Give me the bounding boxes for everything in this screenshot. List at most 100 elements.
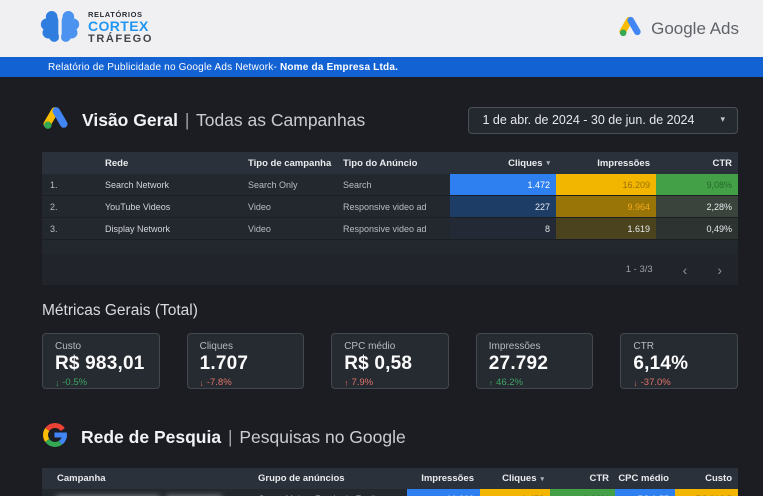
table-row: Grupo Meio e Fundo de Funil 16.209 1.472… [42,489,738,496]
pagination-label: 1 - 3/3 [625,264,653,275]
header-campanha[interactable]: Campanha [42,468,250,489]
cortex-brand-logo: RELATÓRIOS CORTEX TRÁFEGO [40,8,153,49]
scorecard-delta: ↑ 7.9% [344,377,374,388]
heatmap-cell-cliques: 1.472 [450,174,556,195]
heatmap-cell-cliques: 1.472 [480,489,550,496]
google-ads-triangle-icon [618,15,642,42]
company-name: Nome da Empresa Ltda. [279,61,399,73]
google-ads-logo-text: Google Ads [651,18,739,38]
overview-table: Rede Tipo de campanha Tipo do Anúncio Cl… [42,152,738,285]
scorecard-label: Custo [55,341,82,352]
header-impressoes[interactable]: Impressões [556,152,656,174]
scorecard-delta: ↓ -37.0% [633,377,671,388]
scorecard-cpc-medio: CPC médio R$ 0,58 ↑ 7.9% [331,333,449,389]
cell-tipo-anuncio: Responsive video ad [343,201,427,212]
heatmap-cell-ctr: 0,49% [656,218,738,239]
search-table: Campanha Grupo de anúncios Impressões Cl… [42,468,738,496]
header-grupo-anuncios[interactable]: Grupo de anúncios [250,468,407,489]
heatmap-cell-ctr: 9,08% [550,489,615,496]
header-tipo-anuncio[interactable]: Tipo do Anúncio [335,152,450,174]
header-index [42,152,90,174]
cell-rede: Search Network [105,179,170,190]
header-rede[interactable]: Rede [90,152,240,174]
scorecard-value: 27.792 [488,353,549,374]
cell-rede: Display Network [105,223,171,234]
top-header-bar: RELATÓRIOS CORTEX TRÁFEGO Google Ads [0,0,763,57]
search-section-header: Rede de Pesquia | Pesquisas no Google [42,422,738,453]
report-title-banner: Relatório de Publicidade no Google Ads N… [0,57,763,77]
sort-desc-icon: ▾ [540,475,544,483]
scorecard-impressoes: Impressões 27.792 ↑ 46.2% [475,333,594,389]
table-row: 3. Display Network Video Responsive vide… [42,218,738,240]
row-index: 3. [50,223,58,234]
table-pagination: 1 - 3/3 ‹ › [42,254,738,285]
cell-tipo-campanha: Video [248,201,271,212]
heatmap-cell-ctr: 9,08% [656,174,738,195]
overview-section-title: Visão Geral | Todas as Campanhas [82,109,366,130]
scorecard-value: R$ 0,58 [344,353,413,374]
row-index: 2. [50,201,58,212]
header-impressoes[interactable]: Impressões [407,468,480,489]
date-range-value: 1 de abr. de 2024 - 30 de jun. de 2024 [482,112,695,127]
header-cpc-medio[interactable]: CPC médio [615,468,675,489]
heatmap-cell-impressoes: 16.209 [556,174,656,195]
cell-tipo-campanha: Video [248,223,271,234]
cell-tipo-campanha: Search Only [248,179,298,190]
scorecard-value: 1.707 [199,353,249,374]
heatmap-cell-impressoes: 16.209 [407,489,480,496]
heatmap-cell-cliques: 8 [450,218,556,239]
arrow-down-icon: ↓ [199,377,204,388]
metrics-section-title: Métricas Gerais (Total) [42,302,198,319]
scorecard-value: R$ 983,01 [55,353,145,374]
google-ads-triangle-icon [42,105,69,135]
heatmap-cell-ctr: 2,28% [656,196,738,217]
header-tipo-campanha[interactable]: Tipo de campanha [240,152,335,174]
heatmap-cell-cpc: R$ 0,55 [615,489,675,496]
heatmap-cell-cliques: 227 [450,196,556,217]
google-g-icon [42,422,68,453]
brand-line-3: TRÁFEGO [88,33,153,45]
table-row: 1. Search Network Search Only Search 1.4… [42,174,738,196]
report-page: RELATÓRIOS CORTEX TRÁFEGO Google Ads Rel… [0,0,763,496]
cell-tipo-anuncio: Responsive video ad [343,223,427,234]
arrow-down-icon: ↓ [633,377,638,388]
brand-text: RELATÓRIOS CORTEX TRÁFEGO [88,11,153,45]
chevron-left-icon[interactable]: ‹ [683,263,688,277]
brand-line-2: CORTEX [88,18,149,35]
scorecard-label: CTR [633,341,654,352]
chevron-down-icon: ▾ [720,114,725,124]
overview-section-header: Visão Geral | Todas as Campanhas 1 de ab… [42,105,738,135]
heatmap-cell-impressoes: 9.964 [556,196,656,217]
scorecard-ctr: CTR 6,14% ↓ -37.0% [620,333,738,389]
brain-icon [40,8,80,49]
header-ctr[interactable]: CTR [656,152,738,174]
scorecard-delta: ↓ -0.5% [55,377,88,388]
scorecard-cliques: Cliques 1.707 ↓ -7.8% [186,333,305,389]
header-cliques-sorted[interactable]: Cliques ▾ [480,468,550,489]
arrow-down-icon: ↓ [55,377,60,388]
header-custo[interactable]: Custo [675,468,738,489]
arrow-up-icon: ↑ [344,377,349,388]
row-index: 1. [50,179,58,190]
scorecards-row: Custo R$ 983,01 ↓ -0.5% Cliques 1.707 ↓ … [42,333,738,389]
cell-grupo-anuncios: Grupo Meio e Fundo de Funil [250,489,407,496]
arrow-up-icon: ↑ [488,377,494,388]
date-range-selector[interactable]: 1 de abr. de 2024 - 30 de jun. de 2024 ▾ [468,106,738,134]
google-ads-logo: Google Ads [618,15,739,42]
header-cliques-sorted[interactable]: Cliques ▾ [450,152,556,174]
heatmap-cell-impressoes: 1.619 [556,218,656,239]
scorecard-label: Cliques [199,341,233,352]
cell-tipo-anuncio: Search [343,179,372,190]
banner-text: Relatório de Publicidade no Google Ads N… [48,61,399,73]
search-section-title: Rede de Pesquia | Pesquisas no Google [81,426,406,447]
cell-campanha-redacted [42,489,250,496]
heatmap-cell-custo: R$ 812,5 [675,489,738,496]
scorecard-delta: ↑ 46.2% [488,377,523,388]
table-row: 2. YouTube Videos Video Responsive video… [42,196,738,218]
scorecard-value: 6,14% [633,353,689,374]
scorecard-delta: ↓ -7.8% [199,377,232,388]
chevron-right-icon[interactable]: › [717,263,722,277]
header-ctr[interactable]: CTR [550,468,615,489]
overview-table-header-row: Rede Tipo de campanha Tipo do Anúncio Cl… [42,152,738,174]
search-table-header-row: Campanha Grupo de anúncios Impressões Cl… [42,468,738,489]
